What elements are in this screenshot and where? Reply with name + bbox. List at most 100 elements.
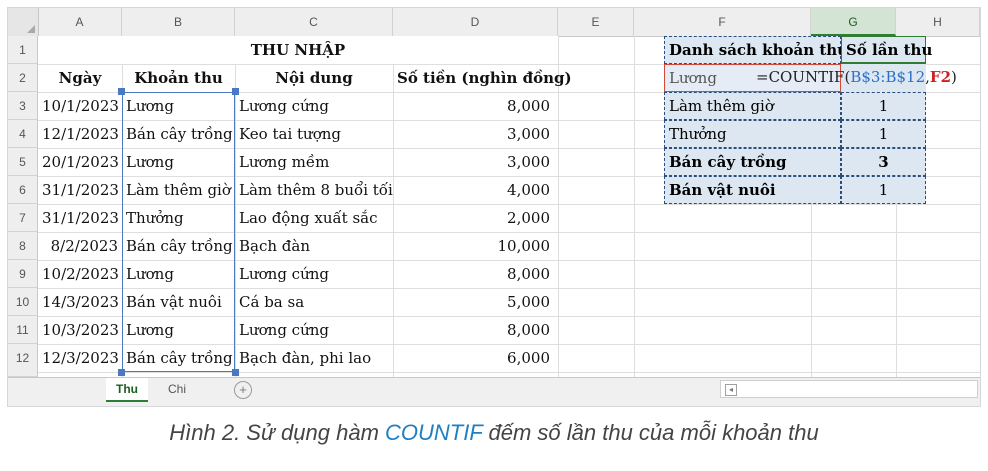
range-handle[interactable] bbox=[232, 88, 239, 95]
formula-prefix: =COUNTIF( bbox=[756, 68, 851, 86]
cell-income-type[interactable]: Bán vật nuôi bbox=[122, 288, 235, 316]
cell-date[interactable]: 8/2/2023 bbox=[38, 232, 122, 260]
cell-income-type[interactable]: Bán cây trồng bbox=[122, 344, 235, 372]
cell-income-type[interactable]: Thưởng bbox=[122, 204, 235, 232]
cell-description[interactable]: Keo tai tượng bbox=[235, 120, 393, 148]
cell-description[interactable]: Cá ba sa bbox=[235, 288, 393, 316]
cell-amount[interactable]: 3,000 bbox=[393, 148, 558, 176]
row-header-11[interactable]: 11 bbox=[8, 316, 38, 344]
range-handle[interactable] bbox=[118, 88, 125, 95]
formula-suffix: ) bbox=[951, 68, 957, 86]
cell-date[interactable]: 20/1/2023 bbox=[38, 148, 122, 176]
header-khoan-thu[interactable]: Khoản thu bbox=[122, 64, 235, 92]
row-header-2[interactable]: 2 bbox=[8, 64, 38, 92]
column-header-c[interactable]: C bbox=[235, 8, 393, 36]
figure-caption: Hình 2. Sử dụng hàm COUNTIF đếm số lần t… bbox=[0, 420, 988, 446]
header-so-tien[interactable]: Số tiền (nghìn đồng) bbox=[393, 64, 572, 92]
cell-date[interactable]: 10/3/2023 bbox=[38, 316, 122, 344]
spreadsheet: A B C D E F G H 1 2 3 4 5 6 7 8 9 10 11 … bbox=[8, 8, 980, 406]
add-sheet-icon[interactable]: + bbox=[234, 381, 252, 399]
summary-item-count[interactable]: 1 bbox=[841, 176, 926, 204]
cell-income-type[interactable]: Lương bbox=[122, 316, 235, 344]
summary-item-name[interactable]: Thưởng bbox=[664, 120, 841, 148]
summary-item-count[interactable]: 1 bbox=[841, 92, 926, 120]
cell-date[interactable]: 31/1/2023 bbox=[38, 176, 122, 204]
row-header-12[interactable]: 12 bbox=[8, 344, 38, 377]
summary-header-list[interactable]: Danh sách khoản thu bbox=[664, 36, 848, 64]
formula-range: B$3:B$12 bbox=[850, 68, 926, 86]
cell-description[interactable]: Làm thêm 8 buổi tối bbox=[235, 176, 393, 204]
cell-amount[interactable]: 2,000 bbox=[393, 204, 558, 232]
column-header-b[interactable]: B bbox=[122, 8, 235, 36]
summary-item-name[interactable]: Bán cây trồng bbox=[664, 148, 841, 176]
summary-header-count[interactable]: Số lần thu bbox=[841, 36, 932, 64]
cell-income-type[interactable]: Làm thêm giờ bbox=[122, 176, 235, 204]
column-header-g[interactable]: G bbox=[811, 8, 896, 36]
cell-date[interactable]: 12/1/2023 bbox=[38, 120, 122, 148]
column-header-f[interactable]: F bbox=[634, 8, 811, 36]
row-header-1[interactable]: 1 bbox=[8, 36, 38, 64]
row-header-5[interactable]: 5 bbox=[8, 148, 38, 176]
cell-date[interactable]: 12/3/2023 bbox=[38, 344, 122, 372]
cell-income-type[interactable]: Bán cây trồng bbox=[122, 120, 235, 148]
cell-amount[interactable]: 8,000 bbox=[393, 92, 558, 120]
cell-date[interactable]: 14/3/2023 bbox=[38, 288, 122, 316]
cell-amount[interactable]: 3,000 bbox=[393, 120, 558, 148]
cell-description[interactable]: Lương cứng bbox=[235, 260, 393, 288]
header-ngay[interactable]: Ngày bbox=[38, 64, 122, 92]
summary-item-name[interactable]: Bán vật nuôi bbox=[664, 176, 841, 204]
cell-amount[interactable]: 6,000 bbox=[393, 344, 558, 372]
formula-ref: F2 bbox=[929, 68, 952, 86]
row-header-7[interactable]: 7 bbox=[8, 204, 38, 232]
cell-description[interactable]: Lương cứng bbox=[235, 92, 393, 120]
gridline bbox=[38, 372, 980, 373]
cell-amount[interactable]: 8,000 bbox=[393, 316, 558, 344]
column-header-h[interactable]: H bbox=[896, 8, 980, 36]
tab-thu[interactable]: Thu bbox=[106, 378, 148, 402]
gridline bbox=[634, 36, 635, 377]
caption-prefix: Hình 2. Sử dụng hàm bbox=[169, 420, 386, 445]
caption-suffix: đếm số lần thu của mỗi khoản thu bbox=[482, 420, 819, 445]
cell-description[interactable]: Bạch đàn, phi lao bbox=[235, 344, 393, 372]
tab-chi[interactable]: Chi bbox=[158, 378, 196, 400]
row-header-10[interactable]: 10 bbox=[8, 288, 38, 316]
cell-description[interactable]: Lương mềm bbox=[235, 148, 393, 176]
row-header-4[interactable]: 4 bbox=[8, 120, 38, 148]
sheet-title[interactable]: THU NHẬP bbox=[38, 36, 558, 64]
cell-amount[interactable]: 4,000 bbox=[393, 176, 558, 204]
summary-item-name[interactable]: Làm thêm giờ bbox=[664, 92, 841, 120]
row-header-9[interactable]: 9 bbox=[8, 260, 38, 288]
cell-date[interactable]: 10/2/2023 bbox=[38, 260, 122, 288]
column-header-a[interactable]: A bbox=[38, 8, 122, 36]
cell-income-type[interactable]: Bán cây trồng bbox=[122, 232, 235, 260]
summary-item-count[interactable]: 1 bbox=[841, 120, 926, 148]
cell-date[interactable]: 31/1/2023 bbox=[38, 204, 122, 232]
summary-item-count[interactable]: 3 bbox=[841, 148, 926, 176]
range-handle[interactable] bbox=[118, 369, 125, 376]
cell-income-type[interactable]: Lương bbox=[122, 260, 235, 288]
column-header-d[interactable]: D bbox=[393, 8, 558, 36]
column-header-bar: A B C D E F G H bbox=[8, 8, 980, 37]
row-header-3[interactable]: 3 bbox=[8, 92, 38, 120]
select-all-corner[interactable] bbox=[8, 8, 39, 36]
cell-description[interactable]: Bạch đàn bbox=[235, 232, 393, 260]
cell-description[interactable]: Lương cứng bbox=[235, 316, 393, 344]
cell-amount[interactable]: 8,000 bbox=[393, 260, 558, 288]
row-header-8[interactable]: 8 bbox=[8, 232, 38, 260]
cell-description[interactable]: Lao động xuất sắc bbox=[235, 204, 393, 232]
formula-in-cell[interactable]: =COUNTIF(B$3:B$12,F2) bbox=[756, 64, 957, 92]
cell-amount[interactable]: 10,000 bbox=[393, 232, 558, 260]
summary-table: Danh sách khoản thu Số lần thu Lương =CO… bbox=[664, 36, 957, 207]
caption-function: COUNTIF bbox=[385, 420, 483, 445]
column-header-e[interactable]: E bbox=[558, 8, 634, 36]
cell-date[interactable]: 10/1/2023 bbox=[38, 92, 122, 120]
header-noi-dung[interactable]: Nội dung bbox=[235, 64, 393, 92]
row-header-6[interactable]: 6 bbox=[8, 176, 38, 204]
cell-grid[interactable]: THU NHẬP Ngày Khoản thu Nội dung Số tiền… bbox=[38, 36, 980, 377]
cell-income-type[interactable]: Lương bbox=[122, 148, 235, 176]
cell-amount[interactable]: 5,000 bbox=[393, 288, 558, 316]
range-handle[interactable] bbox=[232, 369, 239, 376]
scroll-left-icon[interactable]: ◂ bbox=[725, 384, 737, 396]
cell-income-type[interactable]: Lương bbox=[122, 92, 235, 120]
horizontal-scrollbar[interactable]: ◂ bbox=[720, 380, 978, 398]
